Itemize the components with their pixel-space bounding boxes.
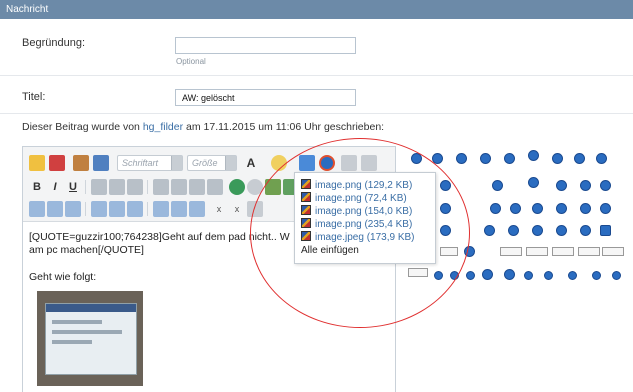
superscript-icon[interactable]: x: [229, 201, 245, 217]
screen-preview-line: [52, 330, 122, 334]
smiley-icon[interactable]: [568, 271, 577, 280]
screen-preview-bar: [46, 304, 136, 312]
quote-icon[interactable]: [65, 201, 81, 217]
reason-hint: Optional: [176, 57, 206, 66]
reason-label: Begründung:: [22, 37, 85, 49]
smiley-icon[interactable]: [466, 271, 475, 280]
html-icon[interactable]: [109, 201, 125, 217]
smiley-icon[interactable]: [612, 271, 621, 280]
font-size-up-icon[interactable]: [29, 155, 45, 171]
smiley-icon[interactable]: [528, 150, 539, 161]
separator: [85, 202, 86, 216]
smiley-icon[interactable]: [596, 153, 607, 164]
bold-button[interactable]: B: [29, 179, 45, 195]
subscript-icon[interactable]: x: [211, 201, 227, 217]
quote-info-date: am 17.11.2015 um 11:06 Uhr geschrieben:: [186, 121, 385, 133]
badge-icon[interactable]: [526, 247, 548, 256]
align-left-icon[interactable]: [91, 179, 107, 195]
smiley-icon[interactable]: [556, 180, 567, 191]
smiley-icon[interactable]: [510, 203, 521, 214]
screen-preview-line: [52, 320, 102, 324]
smiley-icon[interactable]: [532, 203, 543, 214]
underline-button[interactable]: U: [65, 179, 81, 195]
smiley-icon[interactable]: [528, 177, 539, 188]
list-icon[interactable]: [189, 201, 205, 217]
section-header: Nachricht: [0, 0, 633, 19]
smiley-icon[interactable]: [580, 225, 591, 236]
screen-preview: [45, 303, 137, 375]
divider: [0, 113, 633, 114]
smiley-icon[interactable]: [482, 269, 493, 280]
align-center-icon[interactable]: [109, 179, 125, 195]
smiley-icon[interactable]: [532, 225, 543, 236]
smiley-icon[interactable]: [456, 153, 467, 164]
unordered-list-icon[interactable]: [171, 179, 187, 195]
attached-image-thumbnail[interactable]: [37, 291, 143, 386]
align-right-icon[interactable]: [127, 179, 143, 195]
center-icon[interactable]: [171, 201, 187, 217]
reason-input[interactable]: [175, 37, 356, 54]
font-size-down-icon[interactable]: [49, 155, 65, 171]
table-icon[interactable]: [29, 201, 45, 217]
separator: [85, 180, 86, 194]
paste-text-icon[interactable]: [93, 155, 109, 171]
chevron-down-icon: [225, 156, 236, 170]
badge-icon[interactable]: [578, 247, 600, 256]
quote-info: Dieser Beitrag wurde von hg_filder am 17…: [22, 121, 384, 133]
spoiler-icon[interactable]: [127, 201, 143, 217]
smiley-icon[interactable]: [490, 203, 501, 214]
smiley-icon[interactable]: [504, 269, 515, 280]
smiley-icon[interactable]: [524, 271, 533, 280]
ordered-list-icon[interactable]: [153, 179, 169, 195]
annotation-circle: [250, 138, 470, 328]
smiley-icon[interactable]: [504, 153, 515, 164]
smiley-icon[interactable]: [484, 225, 495, 236]
indent-icon[interactable]: [207, 179, 223, 195]
smiley-icon[interactable]: [492, 180, 503, 191]
smiley-icon[interactable]: [592, 271, 601, 280]
title-label: Titel:: [22, 91, 46, 103]
code-icon[interactable]: [47, 201, 63, 217]
smiley-icon[interactable]: [574, 153, 585, 164]
smiley-icon[interactable]: [508, 225, 519, 236]
hide-icon[interactable]: [153, 201, 169, 217]
badge-icon[interactable]: [500, 247, 522, 256]
smiley-icon[interactable]: [600, 180, 611, 191]
smiley-icon[interactable]: [580, 180, 591, 191]
title-input[interactable]: AW: gelöscht: [175, 89, 356, 106]
smiley-icon[interactable]: [600, 203, 611, 214]
divider: [0, 75, 633, 76]
smiley-icon[interactable]: [480, 153, 491, 164]
header-title: Nachricht: [6, 4, 49, 15]
author-link[interactable]: hg_filder: [143, 121, 183, 133]
outdent-icon[interactable]: [189, 179, 205, 195]
font-size-label: Größe: [192, 158, 218, 168]
link-icon[interactable]: [229, 179, 245, 195]
separator: [147, 202, 148, 216]
chevron-down-icon: [171, 156, 182, 170]
font-color-button[interactable]: A: [243, 155, 259, 171]
separator: [147, 180, 148, 194]
smiley-icon[interactable]: [556, 203, 567, 214]
quote-info-prefix: Dieser Beitrag wurde von: [22, 121, 140, 133]
smiley-icon[interactable]: [552, 153, 563, 164]
paste-icon[interactable]: [73, 155, 89, 171]
smiley-icon[interactable]: [600, 225, 611, 236]
php-icon[interactable]: [91, 201, 107, 217]
smiley-icon[interactable]: [544, 271, 553, 280]
badge-icon[interactable]: [602, 247, 624, 256]
smiley-icon[interactable]: [580, 203, 591, 214]
screen-preview-line: [52, 340, 92, 344]
font-family-select[interactable]: Schriftart: [117, 155, 183, 171]
font-size-select[interactable]: Größe: [187, 155, 237, 171]
italic-button[interactable]: I: [47, 179, 63, 195]
badge-icon[interactable]: [552, 247, 574, 256]
font-family-label: Schriftart: [122, 158, 159, 168]
smiley-icon[interactable]: [556, 225, 567, 236]
